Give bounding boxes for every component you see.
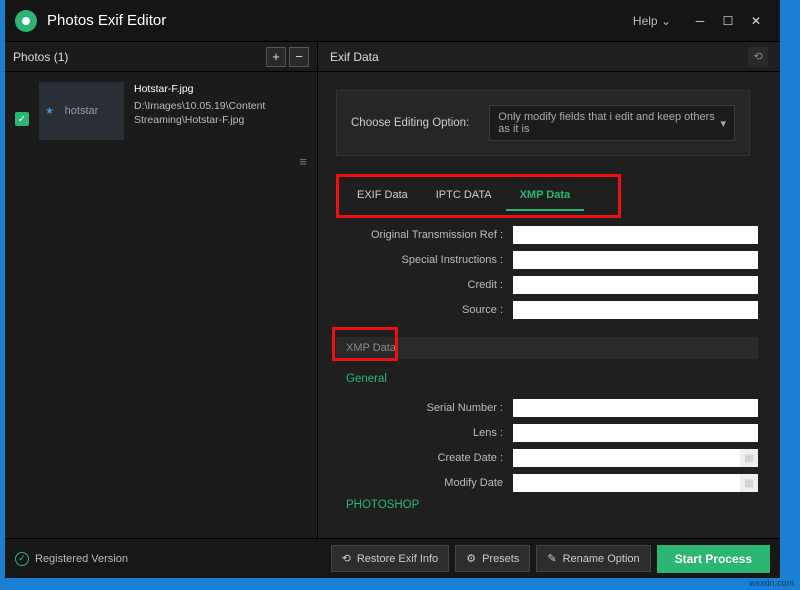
tab-exif-data[interactable]: EXIF Data bbox=[343, 181, 422, 211]
field-label: Lens : bbox=[318, 427, 513, 439]
tab-iptc-data[interactable]: IPTC DATA bbox=[422, 181, 506, 211]
calendar-icon[interactable]: ▦ bbox=[740, 474, 758, 492]
app-title: Photos Exif Editor bbox=[47, 12, 633, 29]
source-input[interactable] bbox=[513, 301, 758, 319]
item-menu-icon[interactable]: ≡ bbox=[5, 150, 317, 173]
chevron-down-icon: ⌄ bbox=[661, 14, 671, 28]
field-label: Modify Date bbox=[318, 477, 513, 489]
editing-option-row: Choose Editing Option: Only modify field… bbox=[336, 90, 750, 156]
exif-title: Exif Data bbox=[330, 50, 748, 64]
calendar-icon[interactable]: ▦ bbox=[740, 449, 758, 467]
start-process-button[interactable]: Start Process bbox=[657, 545, 770, 573]
xmp-section-header: XMP Data bbox=[336, 337, 758, 359]
main-body: Photos (1) + − ✓ hotstar Hotstar-F.jpg D… bbox=[5, 42, 780, 538]
restore-icon: ⟲ bbox=[342, 552, 351, 565]
footer: ✓ Registered Version ⟲Restore Exif Info … bbox=[5, 538, 780, 578]
chevron-down-icon: ▾ bbox=[720, 117, 726, 130]
registered-status: ✓ Registered Version bbox=[15, 552, 325, 566]
editing-option-select[interactable]: Only modify fields that i edit and keep … bbox=[489, 105, 735, 141]
app-window: Photos Exif Editor Help ⌄ ─ ☐ ✕ Photos (… bbox=[5, 0, 780, 578]
fields-top: Original Transmission Ref : Special Inst… bbox=[318, 226, 768, 319]
add-photo-button[interactable]: + bbox=[266, 47, 286, 67]
rename-option-button[interactable]: ✎Rename Option bbox=[536, 545, 650, 572]
lens-input[interactable] bbox=[513, 424, 758, 442]
credit-input[interactable] bbox=[513, 276, 758, 294]
field-label: Original Transmission Ref : bbox=[318, 229, 513, 241]
photos-header: Photos (1) + − bbox=[5, 42, 317, 72]
photo-path: D:\Images\10.05.19\Content Streaming\Hot… bbox=[134, 99, 307, 128]
field-label: Serial Number : bbox=[318, 402, 513, 414]
presets-icon: ⚙ bbox=[466, 552, 476, 565]
maximize-button[interactable]: ☐ bbox=[714, 7, 742, 35]
check-icon: ✓ bbox=[15, 552, 29, 566]
remove-photo-button[interactable]: − bbox=[289, 47, 309, 67]
exif-panel: Exif Data ⟲ Choose Editing Option: Only … bbox=[317, 42, 780, 538]
titlebar: Photos Exif Editor Help ⌄ ─ ☐ ✕ bbox=[5, 0, 780, 42]
photo-thumbnail: hotstar bbox=[39, 82, 124, 140]
checkbox-icon[interactable]: ✓ bbox=[15, 112, 29, 126]
highlight-box bbox=[332, 327, 398, 361]
minimize-button[interactable]: ─ bbox=[686, 7, 714, 35]
help-menu[interactable]: Help ⌄ bbox=[633, 14, 671, 28]
group-photoshop: PHOTOSHOP bbox=[346, 499, 768, 511]
refresh-button[interactable]: ⟲ bbox=[748, 47, 768, 67]
editing-option-label: Choose Editing Option: bbox=[351, 117, 469, 129]
group-general: General bbox=[346, 373, 768, 385]
special-instructions-input[interactable] bbox=[513, 251, 758, 269]
serial-number-input[interactable] bbox=[513, 399, 758, 417]
close-button[interactable]: ✕ bbox=[742, 7, 770, 35]
exif-header: Exif Data ⟲ bbox=[318, 42, 780, 72]
presets-button[interactable]: ⚙Presets bbox=[455, 545, 530, 572]
field-label: Source : bbox=[318, 304, 513, 316]
tab-xmp-data[interactable]: XMP Data bbox=[506, 181, 585, 211]
create-date-input[interactable] bbox=[513, 449, 740, 467]
app-logo-icon bbox=[15, 10, 37, 32]
watermark: wsxdn.com bbox=[749, 578, 794, 588]
pencil-icon: ✎ bbox=[547, 552, 556, 565]
photos-panel: Photos (1) + − ✓ hotstar Hotstar-F.jpg D… bbox=[5, 42, 317, 538]
field-label: Special Instructions : bbox=[318, 254, 513, 266]
photo-meta: Hotstar-F.jpg D:\Images\10.05.19\Content… bbox=[134, 82, 307, 140]
fields-general: Serial Number : Lens : Create Date : ▦ Mo… bbox=[318, 399, 768, 492]
field-label: Create Date : bbox=[318, 452, 513, 464]
exif-scroll[interactable]: Choose Editing Option: Only modify field… bbox=[318, 72, 780, 538]
photo-item[interactable]: ✓ hotstar Hotstar-F.jpg D:\Images\10.05.… bbox=[5, 72, 317, 150]
orig-trans-input[interactable] bbox=[513, 226, 758, 244]
data-tabs: EXIF Data IPTC DATA XMP Data bbox=[336, 174, 621, 218]
photos-count: Photos (1) bbox=[13, 50, 263, 64]
modify-date-input[interactable] bbox=[513, 474, 740, 492]
field-label: Credit : bbox=[318, 279, 513, 291]
photo-filename: Hotstar-F.jpg bbox=[134, 82, 307, 97]
restore-exif-button[interactable]: ⟲Restore Exif Info bbox=[331, 545, 450, 572]
